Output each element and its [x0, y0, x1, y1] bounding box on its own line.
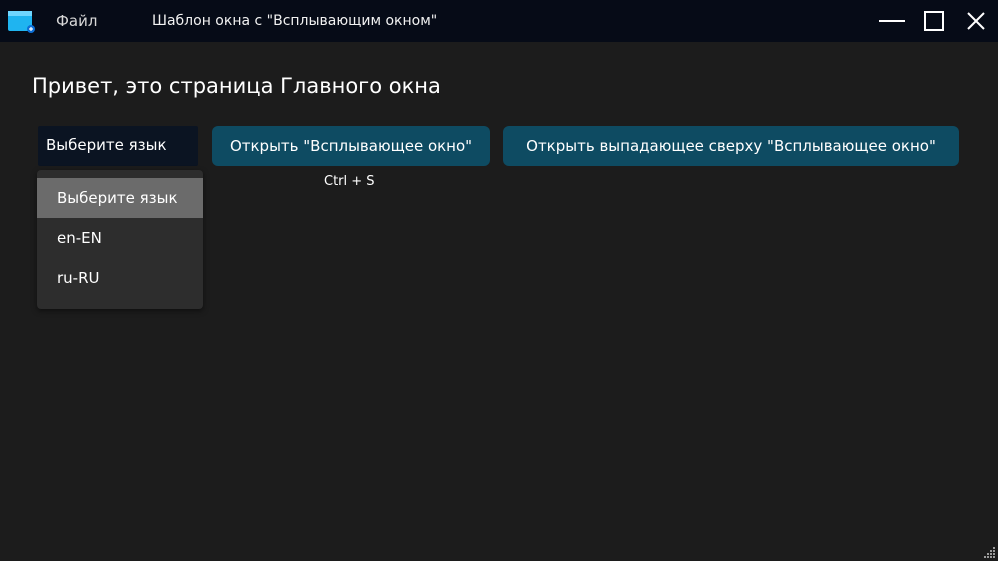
language-dropdown-list: Выберите язык en-EN ru-RU	[37, 170, 203, 309]
maximize-icon	[924, 11, 944, 31]
title-bar: Файл Шаблон окна с "Всплывающим окном"	[0, 0, 998, 42]
language-option-en[interactable]: en-EN	[37, 218, 203, 258]
window-title: Шаблон окна с "Всплывающим окном"	[152, 13, 438, 29]
minimize-icon	[879, 20, 905, 22]
close-icon	[967, 12, 985, 30]
maximize-button[interactable]	[912, 0, 956, 42]
language-select[interactable]: Выберите язык	[38, 126, 198, 166]
page-title: Привет, это страница Главного окна	[32, 74, 441, 98]
minimize-button[interactable]	[870, 0, 914, 42]
open-popup-shortcut-hint: Ctrl + S	[324, 174, 375, 189]
resize-grip-icon[interactable]	[982, 545, 996, 559]
language-option-placeholder[interactable]: Выберите язык	[37, 178, 203, 218]
open-top-popup-button[interactable]: Открыть выпадающее сверху "Всплывающее о…	[503, 126, 959, 166]
app-window-icon	[8, 11, 35, 33]
file-menu[interactable]: Файл	[56, 12, 97, 30]
open-popup-button[interactable]: Открыть "Всплывающее окно"	[212, 126, 490, 166]
close-button[interactable]	[954, 0, 998, 42]
language-option-ru[interactable]: ru-RU	[37, 258, 203, 298]
